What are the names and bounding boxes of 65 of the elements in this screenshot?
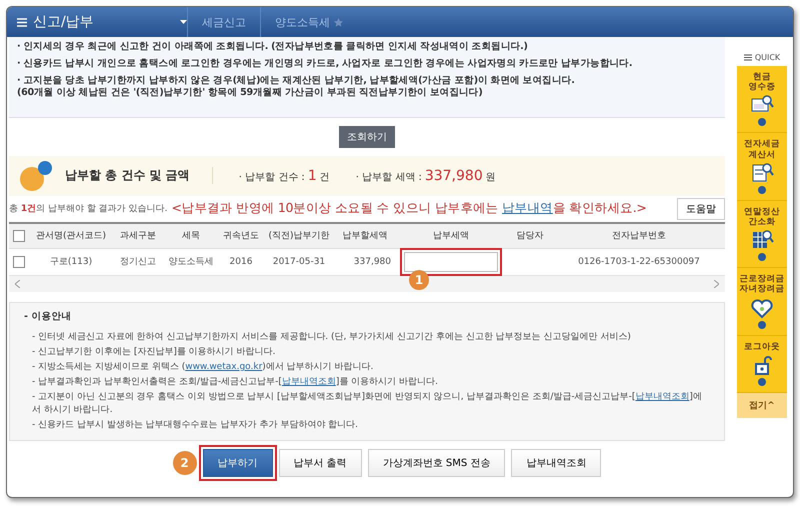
guide-link[interactable]: www.wetax.go.kr	[185, 362, 262, 372]
summary-value: 337,980	[424, 168, 483, 184]
select-all-checkbox[interactable]	[13, 230, 25, 242]
table-cell: 2016	[219, 248, 263, 276]
quick-menu-item[interactable]: 현금 영수증	[737, 66, 787, 134]
heart-icon	[750, 296, 774, 318]
guide-title: - 이용안내	[24, 310, 72, 323]
step-marker: 2	[172, 451, 197, 476]
column-header: 관서명(관서코드)	[29, 222, 113, 248]
quick-menu-item[interactable]: 연말정산 간소화	[737, 200, 787, 268]
column-header: 귀속년도	[219, 222, 263, 248]
help-button[interactable]: 도움말	[677, 198, 725, 220]
action-button[interactable]: 납부서 출력	[278, 449, 362, 478]
summary-unit: 건	[320, 170, 330, 184]
summary-value: 1	[308, 168, 317, 184]
table-cell: 양도소득세	[163, 248, 219, 276]
guide-text: - 고지분이 아닌 신고분의 경우 홈택스 이외 방법으로 납부시 [납부할세액조회납부]화면에 반영되지 않으니, 납부결과확인은 조회/발급-세금신고납부-[납부내역조회]에서 하시기 바랍니다.	[31, 391, 703, 418]
quick-menu-item[interactable]: 근로장려금 자녀장려금	[737, 268, 787, 336]
guide-text: - 신용카드 납부시 발생하는 납부대행수수료는 납부자가 추가 부담하여야 합니다.	[31, 419, 359, 432]
scroll-right-icon[interactable]	[714, 280, 719, 288]
fold-button[interactable]: 접기^	[737, 392, 787, 418]
star-icon[interactable]	[334, 18, 343, 26]
invoice-icon	[750, 162, 774, 184]
column-header: 전자납부번호	[553, 222, 725, 248]
column-header: (직전)납부기한	[263, 222, 335, 248]
column-header: 과세구분	[113, 222, 163, 248]
table-cell: 2017-05-31	[263, 248, 335, 276]
warning-text: <납부결과 반영에 10분이상 소요될 수 있으니 납부후에는 납부내역 을 확인하세요.>	[171, 200, 647, 218]
summary-label: · 납부할 건수 :	[238, 170, 305, 184]
notice-text: · 고지분을 당초 납부기한까지 납부하지 않은 경우(체납)에는 재계산된 납부기한, 납부할세액(가산금 포함)이 화면에 보여집니다. (60개월 이상 체납된 건은 '(직전)납부기한' 항목에 59개월째 가산금이 부과된 직전납부기한이 보여집니다)	[17, 74, 576, 99]
quick-menu-item[interactable]: 로그아웃	[737, 336, 787, 393]
caret-icon	[180, 20, 187, 24]
summary-unit: 원	[486, 170, 496, 184]
summary-label: · 납부할 세액 :	[356, 170, 422, 184]
horizontal-scrollbar[interactable]	[9, 276, 725, 292]
table-cell: 정기신고	[113, 248, 163, 276]
coin-logo-icon	[19, 160, 53, 192]
guide-text: - 신고납부기한 이후에는 [자진납부]를 이용하시기 바랍니다.	[31, 346, 276, 359]
guide-text: - 납부결과확인과 납부확인서출력은 조회/발급-세금신고납부-[납부내역조회]를 이용하시기 바랍니다.	[31, 376, 439, 390]
payment-history-link[interactable]: 납부내역	[502, 200, 553, 216]
guide-text: - 지방소득세는 지방세이므로 위텍스 (www.wetax.go.kr)에서 납부하시기 바랍니다.	[31, 361, 374, 374]
notice-text: · 인지세의 경우 최근에 신고한 건이 아래쪽에 조회됩니다. (전자납부번호를 클릭하면 인지세 작성내역이 조회됩니다.)	[17, 41, 529, 53]
row-checkbox[interactable]	[13, 256, 25, 268]
table-cell: 337,980	[335, 248, 395, 276]
action-button[interactable]: 납부내역조회	[511, 449, 602, 478]
column-header: 납부세액	[395, 222, 507, 248]
table-cell: 0126-1703-1-22-65300097	[553, 248, 725, 276]
search-button[interactable]: 조회하기	[339, 126, 395, 148]
table-cell: 구로(113)	[29, 248, 113, 276]
menu-icon	[744, 54, 752, 61]
quick-title: QUICK	[754, 53, 780, 62]
scroll-left-icon[interactable]	[15, 280, 20, 288]
result-count-text: 총 1건의 납부해야 할 결과가 있습니다.	[9, 203, 168, 216]
menu-icon	[17, 18, 27, 26]
summary-title: 납부할 총 건수 및 금액	[65, 167, 213, 184]
quick-menu-item[interactable]: 전자세금 계산서	[737, 133, 787, 201]
guide-link[interactable]: 납부내역조회	[282, 377, 336, 388]
notice-text: · 신용카드 납부시 개인으로 홈택스에 로그인한 경우에는 개인명의 카드로, 사업자로 로그인한 경우에는 사업자명의 카드로만 납부가능합니다.	[17, 58, 634, 70]
action-button[interactable]: 가상계좌번호 SMS 전송	[368, 449, 506, 478]
column-header: 납부할세액	[335, 222, 395, 248]
column-header: 세목	[163, 222, 219, 248]
guide-link[interactable]: 납부내역조회	[635, 392, 690, 402]
column-header: 담당자	[507, 222, 553, 248]
menu-dropdown[interactable]: 신고/납부	[7, 13, 187, 31]
guide-text: - 인터넷 세금신고 자료에 한하여 신고납부기한까지 서비스를 제공합니다. (단, 부가가치세 신고기간 후에는 신고한 납부정보는 신고당일에만 서비스)	[31, 330, 632, 344]
